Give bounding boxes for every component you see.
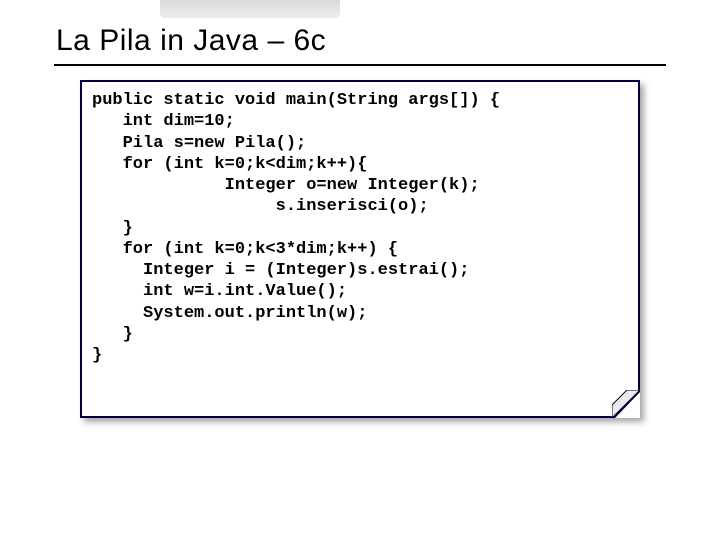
top-decoration — [160, 0, 340, 18]
code-block: public static void main(String args[]) {… — [92, 90, 628, 366]
page-curl-icon — [612, 390, 640, 418]
slide-title: La Pila in Java – 6c — [56, 24, 326, 58]
code-box: public static void main(String args[]) {… — [80, 80, 640, 418]
title-underline — [54, 64, 666, 66]
slide: La Pila in Java – 6c public static void … — [0, 0, 720, 540]
